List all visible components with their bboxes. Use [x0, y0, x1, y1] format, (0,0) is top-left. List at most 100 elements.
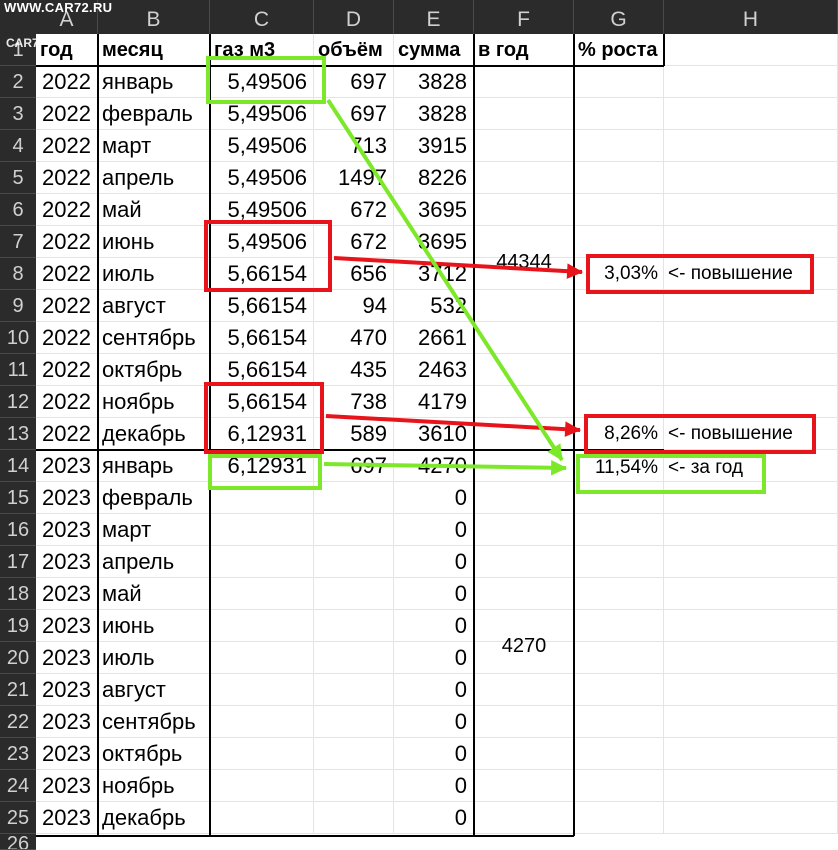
- cell-month[interactable]: февраль: [98, 98, 210, 130]
- cell-growth[interactable]: [574, 322, 664, 354]
- row-header[interactable]: 16: [0, 514, 36, 546]
- column-header-c[interactable]: C: [210, 0, 314, 34]
- row-header[interactable]: 10: [0, 322, 36, 354]
- cell-gas-rate[interactable]: 5,49506: [210, 162, 314, 194]
- cell-empty[interactable]: [664, 34, 838, 66]
- cell-sum[interactable]: 0: [394, 482, 474, 514]
- cell-sum[interactable]: 3712: [394, 258, 474, 290]
- row-header[interactable]: 14: [0, 450, 36, 482]
- cell-volume[interactable]: [314, 706, 394, 738]
- row-header[interactable]: 2: [0, 66, 36, 98]
- column-header-d[interactable]: D: [314, 0, 394, 34]
- cell-per-year[interactable]: [474, 418, 574, 450]
- cell-gas-rate[interactable]: 5,49506: [210, 130, 314, 162]
- cell-sum[interactable]: 3695: [394, 194, 474, 226]
- cell-growth[interactable]: [574, 194, 664, 226]
- cell-year[interactable]: 2023: [36, 482, 98, 514]
- cell-month[interactable]: декабрь: [98, 802, 210, 834]
- cell-growth[interactable]: [574, 386, 664, 418]
- cell-sum[interactable]: 532: [394, 290, 474, 322]
- cell-gas-rate[interactable]: [210, 674, 314, 706]
- header-year[interactable]: год: [36, 34, 98, 66]
- cell-gas-rate[interactable]: 5,66154: [210, 354, 314, 386]
- cell-year[interactable]: 2023: [36, 450, 98, 482]
- cell-month[interactable]: март: [98, 514, 210, 546]
- cell-gas-rate[interactable]: [210, 482, 314, 514]
- cell-sum[interactable]: 4270: [394, 450, 474, 482]
- cell-volume[interactable]: [314, 546, 394, 578]
- year-total-2023[interactable]: 4270: [474, 630, 574, 662]
- cell-volume[interactable]: [314, 578, 394, 610]
- cell-month[interactable]: ноябрь: [98, 770, 210, 802]
- cell-empty[interactable]: [664, 162, 838, 194]
- cell-volume[interactable]: [314, 514, 394, 546]
- cell-year[interactable]: 2023: [36, 546, 98, 578]
- cell-gas-rate[interactable]: [210, 578, 314, 610]
- row-header[interactable]: 26: [0, 834, 36, 850]
- cell-empty[interactable]: [664, 354, 838, 386]
- cell-year[interactable]: 2022: [36, 98, 98, 130]
- cell-per-year[interactable]: [474, 450, 574, 482]
- row-header[interactable]: 18: [0, 578, 36, 610]
- cell-month[interactable]: февраль: [98, 482, 210, 514]
- row-header[interactable]: 20: [0, 642, 36, 674]
- cell-year[interactable]: 2023: [36, 738, 98, 770]
- cell-month[interactable]: январь: [98, 66, 210, 98]
- row-header[interactable]: 22: [0, 706, 36, 738]
- cell-volume[interactable]: [314, 802, 394, 834]
- cell-year[interactable]: 2023: [36, 802, 98, 834]
- cell-volume[interactable]: 435: [314, 354, 394, 386]
- cell-volume[interactable]: [314, 738, 394, 770]
- cell-gas-rate[interactable]: [210, 642, 314, 674]
- cell-month[interactable]: сентябрь: [98, 706, 210, 738]
- cell-volume[interactable]: 656: [314, 258, 394, 290]
- cell-growth[interactable]: [574, 354, 664, 386]
- cell-growth[interactable]: [574, 610, 664, 642]
- cell-empty[interactable]: [664, 130, 838, 162]
- cell-sum[interactable]: 2661: [394, 322, 474, 354]
- cell-month[interactable]: март: [98, 130, 210, 162]
- cell-gas-rate[interactable]: [210, 706, 314, 738]
- cell-month[interactable]: июнь: [98, 226, 210, 258]
- growth-pct-december[interactable]: 8,26%: [574, 418, 664, 450]
- cell-sum[interactable]: 0: [394, 514, 474, 546]
- cell-gas-rate[interactable]: 5,66154: [210, 258, 314, 290]
- cell-empty[interactable]: [664, 482, 838, 514]
- cell-per-year[interactable]: [474, 578, 574, 610]
- cell-volume[interactable]: 1497: [314, 162, 394, 194]
- cell-empty[interactable]: [664, 674, 838, 706]
- cell-sum[interactable]: 0: [394, 546, 474, 578]
- header-growth[interactable]: % роста: [574, 34, 664, 66]
- cell-month[interactable]: декабрь: [98, 418, 210, 450]
- header-gas[interactable]: газ м3: [210, 34, 314, 66]
- cell-empty[interactable]: [664, 66, 838, 98]
- cell-growth[interactable]: [574, 226, 664, 258]
- cell-gas-rate[interactable]: [210, 514, 314, 546]
- cell-growth[interactable]: [574, 770, 664, 802]
- cell-growth[interactable]: [574, 546, 664, 578]
- cell-sum[interactable]: 0: [394, 738, 474, 770]
- cell-empty[interactable]: [664, 322, 838, 354]
- row-header[interactable]: 13: [0, 418, 36, 450]
- cell-sum[interactable]: 0: [394, 642, 474, 674]
- cell-year[interactable]: 2022: [36, 162, 98, 194]
- cell-sum[interactable]: 0: [394, 610, 474, 642]
- cell-volume[interactable]: 589: [314, 418, 394, 450]
- cell-empty[interactable]: [664, 610, 838, 642]
- row-header[interactable]: 8: [0, 258, 36, 290]
- cell-empty[interactable]: [664, 386, 838, 418]
- cell-per-year[interactable]: [474, 706, 574, 738]
- cell-volume[interactable]: 672: [314, 194, 394, 226]
- row-header[interactable]: 5: [0, 162, 36, 194]
- column-header-f[interactable]: F: [474, 0, 574, 34]
- growth-note-july[interactable]: <- повышение: [664, 258, 838, 290]
- header-per-year[interactable]: в год: [474, 34, 574, 66]
- cell-sum[interactable]: 0: [394, 578, 474, 610]
- cell-gas-rate[interactable]: [210, 610, 314, 642]
- cell-empty[interactable]: [664, 802, 838, 834]
- cell-per-year[interactable]: [474, 770, 574, 802]
- cell-year[interactable]: 2022: [36, 258, 98, 290]
- cell-per-year[interactable]: [474, 194, 574, 226]
- cell-growth[interactable]: [574, 66, 664, 98]
- cell-per-year[interactable]: [474, 386, 574, 418]
